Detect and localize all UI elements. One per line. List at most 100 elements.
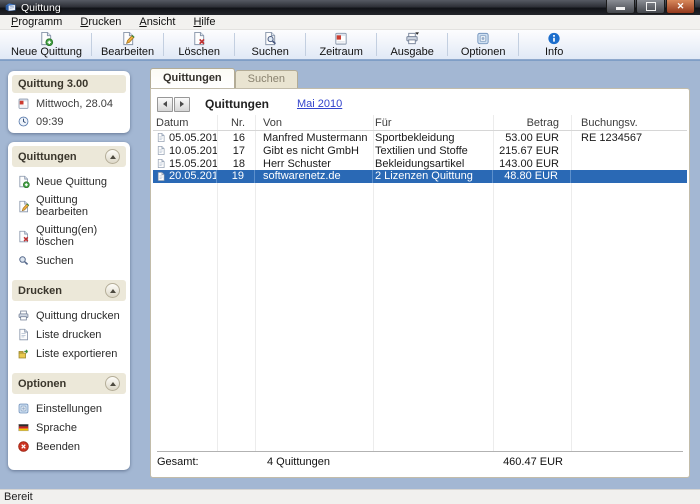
minimize-button[interactable] — [606, 0, 635, 14]
cell-datum: 20.05.2010 — [169, 170, 217, 183]
tab-quittungen[interactable]: Quittungen — [150, 68, 235, 88]
menu-hilfe[interactable]: Hilfe — [184, 16, 224, 28]
nav-list: Quittung drucken Liste drucken Liste exp… — [12, 301, 126, 369]
collapse-button[interactable] — [105, 149, 120, 164]
page-title: Quittungen — [205, 97, 269, 111]
total-sum: 460.47 EUR — [497, 456, 575, 468]
section-title: Quittungen — [18, 151, 77, 163]
close-button[interactable]: ✕ — [666, 0, 695, 14]
info-card-header: Quittung 3.00 — [12, 75, 126, 93]
window-controls: ✕ — [606, 0, 695, 14]
titlebar[interactable]: Quittung ✕ — [0, 0, 700, 15]
toolbar-label: Info — [545, 46, 563, 58]
toolbar-button-suchen[interactable]: Suchen — [235, 30, 305, 59]
cell-fuer: Textilien und Stoffe — [373, 145, 493, 157]
sidebar-item-suchen[interactable]: Suchen — [12, 251, 126, 270]
receipt-doc-icon — [156, 132, 166, 143]
sidebar-item-label: Quittung(en) löschen — [36, 224, 121, 248]
sidebar-item-label: Liste exportieren — [36, 348, 117, 360]
menu-programm[interactable]: Programm — [2, 16, 71, 28]
sidebar-item-quittung-drucken[interactable]: Quittung drucken — [12, 306, 126, 325]
tab-suchen[interactable]: Suchen — [235, 70, 298, 88]
menu-ansicht[interactable]: Ansicht — [130, 16, 184, 28]
sidebar-item-liste-exportieren[interactable]: Liste exportieren — [12, 344, 126, 363]
chevron-left-icon — [163, 101, 167, 107]
column-header-buchungsv[interactable]: Buchungsv. — [571, 117, 687, 129]
tab-bar: Quittungen Suchen — [150, 69, 298, 88]
section-header-drucken[interactable]: Drucken — [12, 280, 126, 301]
column-header-von[interactable]: Von — [255, 117, 373, 129]
nav-list: Neue Quittung Quittung bearbeiten Quittu… — [12, 167, 126, 276]
receipt-doc-icon — [156, 171, 166, 182]
section-title: Optionen — [18, 378, 66, 390]
section-title: Drucken — [18, 285, 62, 297]
section-header-optionen[interactable]: Optionen — [12, 373, 126, 394]
chevron-up-icon — [110, 382, 116, 386]
sidebar-item-label: Quittung bearbeiten — [36, 194, 121, 218]
sidebar-item-quittung-bearbeiten[interactable]: Quittung bearbeiten — [12, 191, 126, 221]
edit-receipt-icon — [17, 200, 30, 213]
column-header-betrag[interactable]: Betrag — [493, 117, 571, 129]
receipt-doc-icon — [156, 158, 166, 169]
cell-betrag: 143.00 EUR — [493, 158, 571, 170]
nav-list: Einstellungen Sprache Beenden — [12, 394, 126, 462]
column-header-fuer[interactable]: Für — [373, 117, 493, 129]
table-row[interactable]: 10.05.2010 17 Gibt es nicht GmbH Textili… — [153, 144, 687, 157]
sidebar-item-sprache[interactable]: Sprache — [12, 418, 126, 437]
cell-nr: 16 — [217, 132, 255, 144]
sidebar-item-label: Beenden — [36, 441, 80, 453]
sidebar-item-quittungen-loeschen[interactable]: Quittung(en) löschen — [12, 221, 126, 251]
cell-betrag: 48.80 EUR — [493, 170, 571, 183]
cell-fuer: 2 Lizenzen Quittung — [373, 170, 493, 183]
sidebar-item-label: Liste drucken — [36, 329, 101, 341]
toolbar-button-info[interactable]: Info — [519, 30, 589, 59]
column-header-nr[interactable]: Nr. — [217, 117, 255, 129]
section-quittungen: Quittungen Neue Quittung Quittung bearbe… — [12, 146, 126, 276]
table-row[interactable]: 05.05.2010 16 Manfred Mustermann Sportbe… — [153, 131, 687, 144]
sidebar-item-label: Quittung drucken — [36, 310, 120, 322]
column-header-datum[interactable]: Datum — [153, 117, 217, 129]
table-row[interactable]: 15.05.2010 18 Herr Schuster Bekleidungsa… — [153, 157, 687, 170]
menu-drucken[interactable]: Drucken — [71, 16, 130, 28]
sidebar-item-liste-drucken[interactable]: Liste drucken — [12, 325, 126, 344]
cell-betrag: 215.67 EUR — [493, 145, 571, 157]
close-icon: ✕ — [677, 2, 685, 11]
sidebar-item-label: Suchen — [36, 255, 73, 267]
chevron-up-icon — [110, 289, 116, 293]
prev-month-button[interactable] — [157, 97, 173, 112]
new-receipt-icon — [38, 31, 54, 46]
period-link[interactable]: Mai 2010 — [297, 98, 342, 110]
toolbar-label: Bearbeiten — [101, 46, 154, 58]
sidebar-item-neue-quittung[interactable]: Neue Quittung — [12, 172, 126, 191]
toolbar-button-bearbeiten[interactable]: Bearbeiten — [92, 30, 163, 59]
collapse-button[interactable] — [105, 283, 120, 298]
toolbar-label: Neue Quittung — [11, 46, 82, 58]
sidebar-item-beenden[interactable]: Beenden — [12, 437, 126, 456]
app-window: Quittung ✕ Programm Drucken Ansicht Hilf… — [0, 0, 700, 504]
cell-fuer: Sportbekleidung — [373, 132, 493, 144]
cell-von: Herr Schuster — [255, 158, 373, 170]
toolbar-label: Ausgabe — [390, 46, 433, 58]
info-card: Quittung 3.00 Mittwoch, 28.04 09:39 — [8, 71, 130, 133]
next-month-button[interactable] — [174, 97, 190, 112]
collapse-button[interactable] — [105, 376, 120, 391]
toolbar-button-optionen[interactable]: Optionen — [448, 30, 518, 59]
maximize-button[interactable] — [636, 0, 665, 14]
cell-nr: 17 — [217, 145, 255, 157]
search-receipt-icon — [262, 31, 278, 46]
sidebar-item-einstellungen[interactable]: Einstellungen — [12, 399, 126, 418]
toolbar-button-loeschen[interactable]: Löschen — [164, 30, 234, 59]
cell-datum: 10.05.2010 — [169, 145, 217, 157]
totals-row: Gesamt: 4 Quittungen 460.47 EUR — [157, 451, 683, 472]
table-row-selected[interactable]: 20.05.2010 19 softwarenetz.de 2 Lizenzen… — [153, 170, 687, 183]
settings-icon — [17, 402, 30, 415]
clock-icon — [17, 115, 30, 128]
cell-von: Gibt es nicht GmbH — [255, 145, 373, 157]
toolbar-button-zeitraum[interactable]: Zeitraum — [306, 30, 376, 59]
total-label: Gesamt: — [157, 456, 221, 468]
toolbar-button-ausgabe[interactable]: Ausgabe — [377, 30, 447, 59]
sidebar-item-label: Neue Quittung — [36, 176, 107, 188]
toolbar-button-neue-quittung[interactable]: Neue Quittung — [2, 30, 91, 59]
sidebar-item-label: Sprache — [36, 422, 77, 434]
section-header-quittungen[interactable]: Quittungen — [12, 146, 126, 167]
